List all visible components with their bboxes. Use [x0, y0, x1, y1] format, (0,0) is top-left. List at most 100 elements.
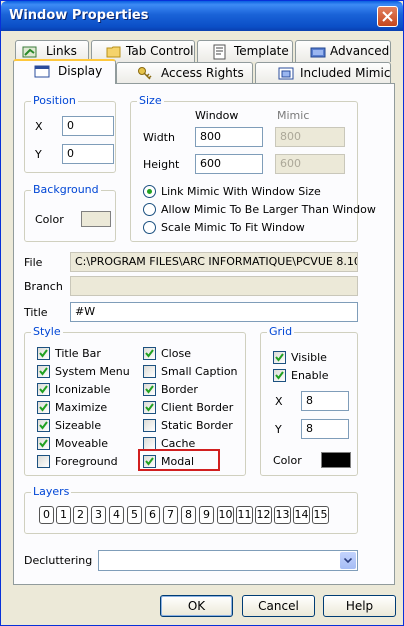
grid-group-label: Grid [267, 325, 295, 338]
tab-tab-control-label: Tab Control [126, 44, 194, 58]
tab-display[interactable]: Display [13, 59, 116, 84]
display-tab-panel: Position X 0 Y 0 Background Color Size W… [13, 83, 395, 585]
radio-allow-larger-label: Allow Mimic To Be Larger Than Window [161, 203, 376, 216]
checkbox-close-label: Close [161, 347, 191, 360]
layer-button-3[interactable]: 3 [91, 506, 106, 524]
checkbox-sizeable-label: Sizeable [55, 419, 102, 432]
checkbox-box [37, 455, 50, 468]
width-mimic-input: 800 [275, 127, 345, 147]
checkbox-moveable-label: Moveable [55, 437, 109, 450]
width-window-input[interactable]: 800 [195, 127, 263, 147]
checkbox-box [143, 383, 156, 396]
tab-links-label: Links [46, 44, 77, 58]
radio-scale-mimic-label: Scale Mimic To Fit Window [161, 221, 305, 234]
help-button[interactable]: Help [323, 595, 396, 617]
ok-button[interactable]: OK [160, 595, 233, 617]
layer-button-5[interactable]: 5 [127, 506, 142, 524]
branch-label: Branch [24, 280, 63, 293]
checkbox-box [273, 369, 286, 382]
height-mimic-input: 600 [275, 154, 345, 174]
layer-button-15[interactable]: 15 [312, 506, 329, 524]
checkbox-small-caption-label: Small Caption [161, 365, 238, 378]
tab-display-label: Display [58, 64, 103, 78]
close-button[interactable] [377, 6, 398, 27]
layer-button-2[interactable]: 2 [73, 506, 88, 524]
background-color-label: Color [35, 213, 64, 226]
layer-button-0[interactable]: 0 [39, 506, 54, 524]
size-group: Size Window Mimic Width 800 800 Height 6… [130, 94, 376, 242]
checkbox-box [37, 365, 50, 378]
position-x-label: X [35, 120, 43, 133]
layers-group: Layers 0 1 2 3 4 5 6 7 8 9 10 11 12 13 1… [24, 485, 358, 534]
checkbox-box [37, 437, 50, 450]
radio-dot [143, 221, 156, 234]
tab-access-rights-label: Access Rights [161, 66, 244, 80]
radio-link-mimic-label: Link Mimic With Window Size [161, 185, 321, 198]
tab-template-label: Template [234, 44, 289, 58]
tab-included-mimic-label: Included Mimic [300, 66, 391, 80]
layer-button-1[interactable]: 1 [56, 506, 71, 524]
dropdown-button[interactable] [340, 552, 356, 569]
tab-advanced[interactable]: Advanced [295, 40, 391, 62]
size-window-header: Window [195, 109, 239, 122]
chevron-down-icon [344, 558, 352, 563]
layer-button-13[interactable]: 13 [274, 506, 291, 524]
cancel-button[interactable]: Cancel [242, 595, 315, 617]
checkbox-box [143, 419, 156, 432]
file-label: File [24, 256, 43, 269]
title-bar[interactable]: Window Properties [1, 1, 403, 31]
title-input[interactable]: #W [70, 302, 358, 322]
tab-advanced-label: Advanced [330, 44, 390, 58]
layer-button-4[interactable]: 4 [109, 506, 124, 524]
layer-button-9[interactable]: 9 [199, 506, 214, 524]
grid-color-swatch[interactable] [321, 452, 351, 468]
background-group-label: Background [31, 183, 101, 196]
tab-access-rights[interactable]: Access Rights [116, 62, 253, 84]
position-group-label: Position [31, 94, 78, 107]
checkbox-client-border-label: Client Border [161, 401, 234, 414]
checkbox-box [143, 347, 156, 360]
checkbox-box [273, 351, 286, 364]
tab-template[interactable]: Template [197, 40, 293, 62]
position-x-input[interactable]: 0 [62, 116, 114, 136]
grid-y-input[interactable]: 8 [301, 419, 349, 439]
decluttering-dropdown[interactable] [98, 550, 358, 571]
style-group: Style Title Bar System Menu Iconizable M… [24, 325, 246, 476]
grid-x-label: X [275, 395, 283, 408]
window-title: Window Properties [9, 8, 149, 23]
size-height-label: Height [143, 158, 180, 171]
layer-button-11[interactable]: 11 [236, 506, 253, 524]
layer-button-8[interactable]: 8 [181, 506, 196, 524]
close-icon [382, 11, 393, 22]
layer-button-10[interactable]: 10 [217, 506, 234, 524]
checkbox-static-border-label: Static Border [161, 419, 233, 432]
background-group: Background Color [24, 183, 116, 242]
size-group-label: Size [137, 94, 164, 107]
checkbox-box [37, 347, 50, 360]
checkbox-box [37, 419, 50, 432]
position-group: Position X 0 Y 0 [24, 94, 116, 173]
grid-y-label: Y [275, 423, 282, 436]
grid-color-label: Color [273, 454, 302, 467]
advanced-icon [310, 44, 326, 63]
grid-group: Grid Visible Enable X 8 Y 8 Color [260, 325, 358, 476]
height-window-input[interactable]: 600 [195, 154, 263, 174]
checkbox-title-bar-label: Title Bar [55, 347, 101, 360]
grid-x-input[interactable]: 8 [301, 391, 349, 411]
branch-field [70, 276, 358, 296]
layer-button-12[interactable]: 12 [255, 506, 272, 524]
layer-button-6[interactable]: 6 [145, 506, 160, 524]
checkbox-box [37, 401, 50, 414]
background-color-swatch[interactable] [81, 211, 111, 227]
size-mimic-header: Mimic [277, 109, 310, 122]
title-label: Title [24, 306, 48, 319]
tab-included-mimic[interactable]: Included Mimic [255, 62, 391, 84]
layer-button-7[interactable]: 7 [163, 506, 178, 524]
radio-dot [143, 203, 156, 216]
size-width-label: Width [143, 131, 175, 144]
position-y-input[interactable]: 0 [62, 144, 114, 164]
layer-button-14[interactable]: 14 [293, 506, 310, 524]
checkbox-box [37, 383, 50, 396]
template-icon [212, 44, 228, 63]
checkbox-grid-visible-label: Visible [291, 351, 327, 364]
